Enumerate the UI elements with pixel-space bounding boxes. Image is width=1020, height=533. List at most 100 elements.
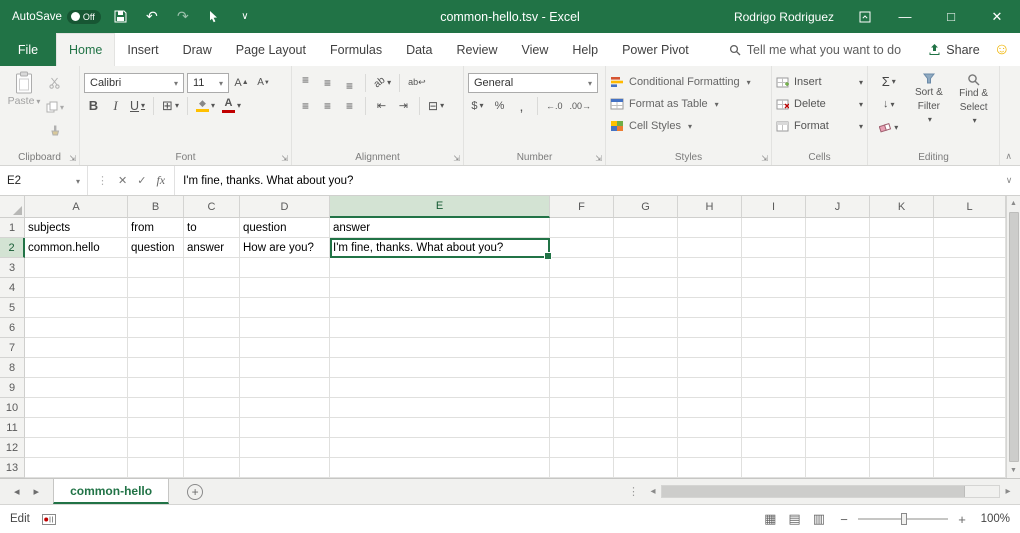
conditional-formatting-button[interactable]: Conditional Formatting (610, 71, 767, 93)
row-header-8[interactable]: 8 (0, 358, 25, 378)
row-header-9[interactable]: 9 (0, 378, 25, 398)
row-header-13[interactable]: 13 (0, 458, 25, 478)
cell-C7[interactable] (184, 338, 240, 358)
cell-E1[interactable]: answer (330, 218, 550, 238)
cell-H2[interactable] (678, 238, 742, 258)
cell-J11[interactable] (806, 418, 870, 438)
tab-formulas[interactable]: Formulas (318, 33, 394, 66)
column-header-A[interactable]: A (25, 196, 128, 218)
undo-button[interactable]: ↶ (141, 4, 163, 30)
borders-button[interactable]: ⊞ (160, 96, 181, 116)
cell-A1[interactable]: subjects (25, 218, 128, 238)
row-header-5[interactable]: 5 (0, 298, 25, 318)
sort-filter-button[interactable]: Sort & Filter (907, 71, 950, 137)
row-header-11[interactable]: 11 (0, 418, 25, 438)
underline-button[interactable]: U (128, 96, 147, 116)
increase-decimal-button[interactable]: ←.0 (544, 96, 565, 116)
cell-H4[interactable] (678, 278, 742, 298)
tab-page-layout[interactable]: Page Layout (224, 33, 318, 66)
prev-sheet-button[interactable]: ◂ (14, 485, 20, 498)
cell-D13[interactable] (240, 458, 330, 478)
increase-font-button[interactable]: A▲ (232, 73, 251, 93)
cell-J9[interactable] (806, 378, 870, 398)
expand-formula-bar-button[interactable]: ∨ (998, 166, 1020, 195)
cell-B6[interactable] (128, 318, 184, 338)
clear-button[interactable] (872, 117, 905, 137)
cell-F8[interactable] (550, 358, 614, 378)
cell-D12[interactable] (240, 438, 330, 458)
cell-H12[interactable] (678, 438, 742, 458)
format-painter-button[interactable] (44, 121, 66, 141)
cell-D8[interactable] (240, 358, 330, 378)
align-right-button[interactable]: ≡ (340, 96, 359, 116)
cell-J13[interactable] (806, 458, 870, 478)
tab-draw[interactable]: Draw (171, 33, 224, 66)
accounting-format-button[interactable]: $ (468, 96, 487, 116)
cell-styles-button[interactable]: Cell Styles (610, 115, 767, 137)
cell-K8[interactable] (870, 358, 934, 378)
new-sheet-button[interactable]: + (187, 479, 203, 504)
cell-F6[interactable] (550, 318, 614, 338)
row-header-12[interactable]: 12 (0, 438, 25, 458)
cell-I7[interactable] (742, 338, 806, 358)
cell-I5[interactable] (742, 298, 806, 318)
cell-E4[interactable] (330, 278, 550, 298)
cell-H3[interactable] (678, 258, 742, 278)
cell-L5[interactable] (934, 298, 1006, 318)
formula-input[interactable]: I'm fine, thanks. What about you? (175, 166, 998, 195)
bold-button[interactable]: B (84, 96, 103, 116)
cell-G6[interactable] (614, 318, 678, 338)
cell-A4[interactable] (25, 278, 128, 298)
tab-insert[interactable]: Insert (115, 33, 170, 66)
enter-button[interactable]: ✓ (137, 174, 146, 187)
cell-A3[interactable] (25, 258, 128, 278)
cell-J5[interactable] (806, 298, 870, 318)
row-header-6[interactable]: 6 (0, 318, 25, 338)
cell-B4[interactable] (128, 278, 184, 298)
cell-K2[interactable] (870, 238, 934, 258)
cell-I12[interactable] (742, 438, 806, 458)
maximize-button[interactable]: □ (928, 0, 974, 33)
cell-D2[interactable]: How are you? (240, 238, 330, 258)
cell-L2[interactable] (934, 238, 1006, 258)
cell-E2[interactable]: I'm fine, thanks. What about you? (330, 238, 550, 258)
cell-E6[interactable] (330, 318, 550, 338)
cell-L11[interactable] (934, 418, 1006, 438)
tab-scrollbar-divider[interactable]: ⋮ (628, 479, 639, 504)
cell-A10[interactable] (25, 398, 128, 418)
cell-G5[interactable] (614, 298, 678, 318)
cell-I4[interactable] (742, 278, 806, 298)
column-header-K[interactable]: K (870, 196, 934, 218)
autosave-toggle[interactable]: AutoSave Off (12, 10, 101, 24)
cell-J7[interactable] (806, 338, 870, 358)
sheet-tab-common-hello[interactable]: common-hello (53, 479, 169, 504)
cell-I2[interactable] (742, 238, 806, 258)
scroll-left-icon[interactable]: ◂ (645, 484, 661, 500)
cell-D4[interactable] (240, 278, 330, 298)
decrease-decimal-button[interactable]: .00→ (568, 96, 594, 116)
cell-I11[interactable] (742, 418, 806, 438)
cell-L6[interactable] (934, 318, 1006, 338)
cell-I13[interactable] (742, 458, 806, 478)
cell-H9[interactable] (678, 378, 742, 398)
cell-D3[interactable] (240, 258, 330, 278)
cancel-button[interactable]: ✕ (118, 174, 127, 187)
insert-function-button[interactable]: fx (156, 173, 165, 188)
cell-B8[interactable] (128, 358, 184, 378)
cell-L13[interactable] (934, 458, 1006, 478)
fill-color-button[interactable]: ◆ (194, 96, 217, 116)
cell-A9[interactable] (25, 378, 128, 398)
cell-K10[interactable] (870, 398, 934, 418)
page-layout-view-button[interactable]: ▤ (788, 511, 800, 527)
cell-A12[interactable] (25, 438, 128, 458)
alignment-dialog-launcher-icon[interactable]: ⇲ (453, 154, 460, 163)
tab-view[interactable]: View (509, 33, 560, 66)
format-as-table-button[interactable]: Format as Table (610, 93, 767, 115)
cell-L1[interactable] (934, 218, 1006, 238)
cell-J10[interactable] (806, 398, 870, 418)
cell-J12[interactable] (806, 438, 870, 458)
cell-K12[interactable] (870, 438, 934, 458)
comma-style-button[interactable]: , (512, 96, 531, 116)
cell-G4[interactable] (614, 278, 678, 298)
cell-F7[interactable] (550, 338, 614, 358)
